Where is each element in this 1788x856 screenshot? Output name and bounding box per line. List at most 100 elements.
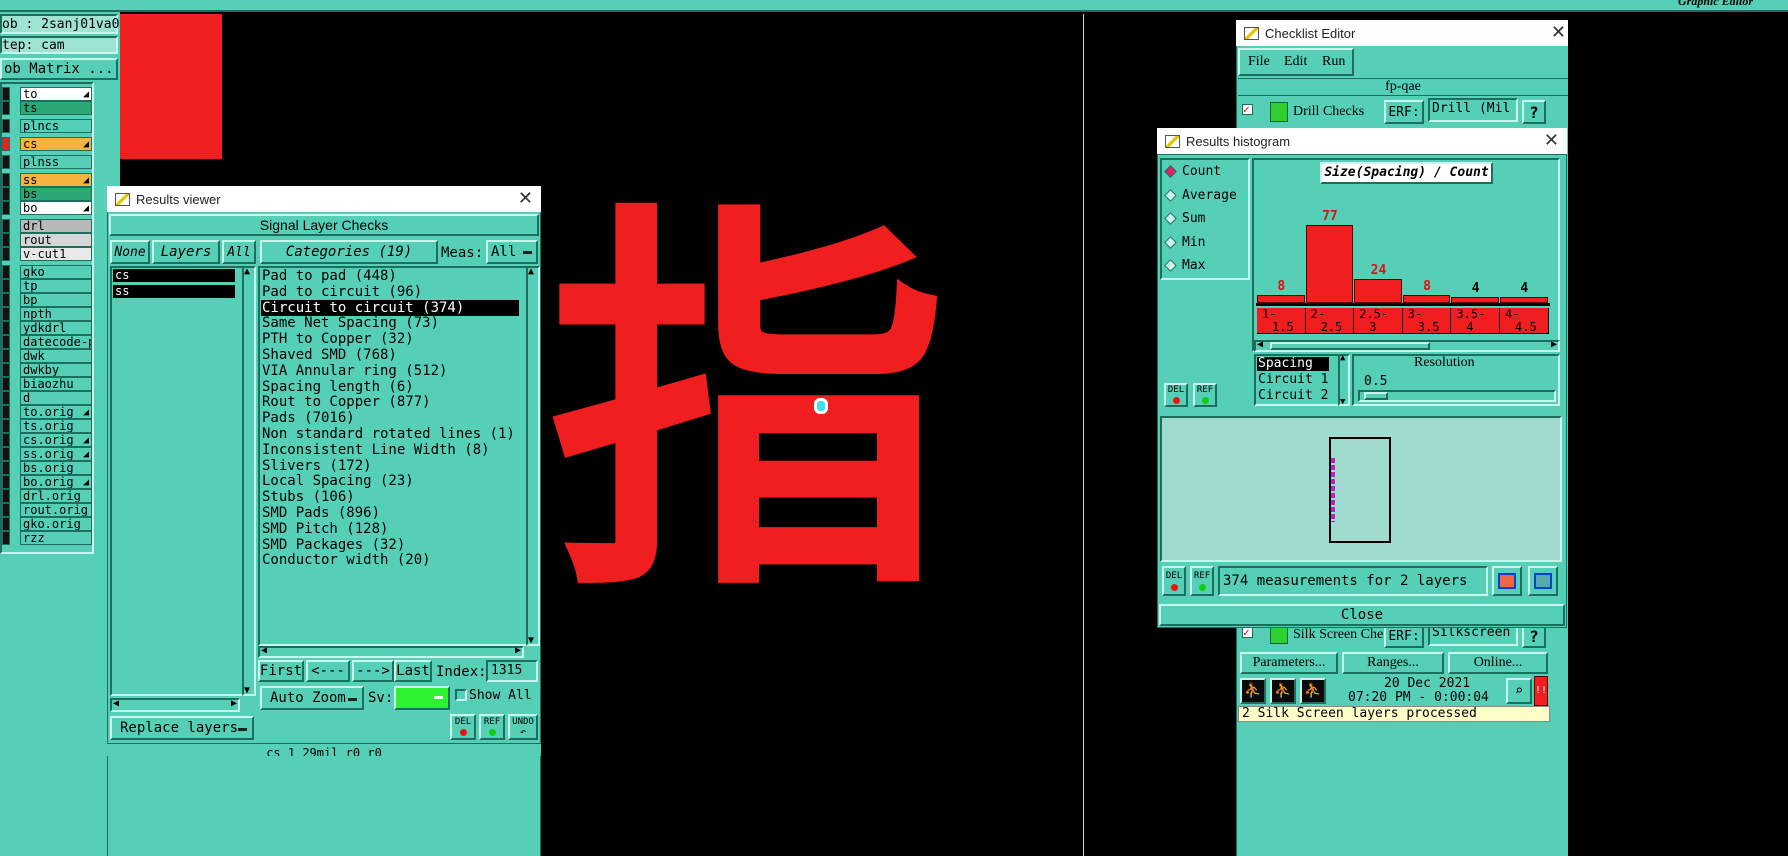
meas-dropdown[interactable]: All (486, 240, 538, 264)
layer-affected-toggle[interactable] (2, 265, 10, 279)
layer-item[interactable]: rout (20, 233, 92, 247)
scroll-down-icon[interactable]: ▼ (528, 635, 534, 646)
show-all-checkbox[interactable] (455, 689, 467, 701)
category-item[interactable]: SMD Pads (896) (262, 505, 380, 521)
category-item[interactable]: Local Spacing (23) (262, 473, 414, 489)
layer-affected-toggle[interactable] (2, 475, 10, 489)
scroll-right-icon[interactable]: ▶ (231, 698, 237, 709)
layer-item[interactable]: d (20, 391, 92, 405)
mode-label[interactable]: Sum (1182, 211, 1205, 226)
scroll-left-icon[interactable]: ◀ (261, 645, 267, 656)
layer-item[interactable]: to ◢ (20, 87, 92, 101)
layer-item[interactable]: plnss (20, 155, 92, 169)
histogram-bar[interactable] (1451, 297, 1499, 303)
category-item[interactable]: Stubs (106) (262, 489, 355, 505)
layer-affected-toggle[interactable] (2, 461, 10, 475)
mode-label[interactable]: Max (1182, 258, 1205, 273)
parameters-button[interactable]: Parameters... (1240, 652, 1338, 674)
drill-check-enable-icon[interactable]: ✓ (1242, 104, 1253, 115)
layer-affected-toggle[interactable] (2, 219, 10, 233)
histogram-del-button[interactable]: DEL (1162, 566, 1186, 596)
menu-file[interactable]: File (1248, 54, 1270, 70)
category-item[interactable]: Non standard rotated lines (1) (262, 426, 515, 442)
layer-item[interactable]: ss ◢ (20, 173, 92, 187)
histogram-bar[interactable] (1402, 294, 1451, 303)
layer-affected-toggle[interactable] (2, 233, 10, 247)
all-layers-button[interactable]: All (222, 240, 256, 264)
layer-affected-toggle[interactable] (2, 247, 10, 261)
replace-layers-dropdown[interactable]: Replace layers (110, 716, 254, 740)
layer-item[interactable]: plncs (20, 119, 92, 133)
auto-zoom-dropdown[interactable]: Auto Zoom (260, 686, 364, 710)
layer-item[interactable]: dwk (20, 349, 92, 363)
layer-item[interactable]: ss.orig ◢ (20, 447, 92, 461)
layer-affected-toggle[interactable] (2, 517, 10, 531)
layer-affected-toggle[interactable] (2, 279, 10, 293)
job-matrix-button[interactable]: ob Matrix ... (0, 58, 118, 80)
categories-horizontal-scrollbar[interactable]: ◀ ▶ (258, 645, 524, 658)
layer-item[interactable]: tp (20, 279, 92, 293)
scroll-left-icon[interactable]: ◀ (113, 698, 119, 709)
run-all-icon[interactable]: ⛹ (1240, 678, 1266, 704)
ranges-button[interactable]: Ranges... (1342, 652, 1444, 674)
drill-checks-label[interactable]: Drill Checks (1293, 104, 1364, 120)
histogram-ref-button[interactable]: REF (1190, 566, 1214, 596)
category-item[interactable]: Inconsistent Line Width (8) (262, 442, 490, 458)
category-item[interactable]: Pad to circuit (96) (262, 284, 422, 300)
layers-list-item[interactable]: ss (113, 285, 235, 298)
layer-item[interactable]: bo.orig ◢ (20, 475, 92, 489)
mode-label[interactable]: Min (1182, 235, 1205, 250)
layer-affected-toggle[interactable] (2, 155, 10, 169)
layers-vertical-scrollbar[interactable]: ▲ ▼ (242, 266, 256, 696)
category-item[interactable]: Conductor width (20) (262, 552, 431, 568)
scroll-up-icon[interactable]: ▲ (1340, 353, 1345, 363)
category-item[interactable]: Spacing length (6) (262, 379, 414, 395)
layer-affected-toggle[interactable] (2, 101, 10, 115)
scroll-down-icon[interactable]: ▼ (244, 685, 250, 696)
histogram-view-icon[interactable] (1492, 566, 1522, 596)
zoom-icon[interactable]: ⌕ (1506, 678, 1532, 704)
layer-item[interactable]: npth (20, 307, 92, 321)
categories-vertical-scrollbar[interactable]: ▲ ▼ (526, 266, 540, 646)
layer-item[interactable]: bo ◢ (20, 201, 92, 215)
layer-affected-toggle[interactable] (2, 349, 10, 363)
category-item[interactable]: VIA Annular ring (512) (262, 363, 447, 379)
attribute-scrollbar[interactable]: ▲ ▼ (1338, 353, 1350, 407)
category-item[interactable]: Pad to pad (448) (262, 268, 397, 284)
run-selected-icon[interactable]: ⛹ (1270, 678, 1296, 704)
mode-label[interactable]: Count (1182, 164, 1221, 179)
layer-item[interactable]: rout.orig (20, 503, 92, 517)
scroll-left-icon[interactable]: ◀ (1257, 339, 1263, 350)
del-button[interactable]: DEL (450, 714, 476, 740)
results-histogram-titlebar[interactable]: Results histogram ✕ (1157, 128, 1567, 154)
previous-button[interactable]: <--- (306, 660, 350, 682)
checklist-editor-titlebar[interactable]: Checklist Editor ✕ (1236, 20, 1568, 46)
alert-icon[interactable]: !! (1534, 676, 1548, 706)
last-button[interactable]: Last (394, 660, 432, 682)
resolution-slider[interactable] (1358, 390, 1556, 402)
layer-affected-toggle[interactable] (2, 187, 10, 201)
layers-list[interactable] (110, 266, 256, 696)
layer-item[interactable]: cs ◢ (20, 137, 92, 151)
results-viewer-titlebar[interactable]: Results viewer ✕ (107, 186, 541, 212)
categories-button[interactable]: Categories (19) (260, 240, 438, 264)
category-item[interactable]: Circuit to circuit (374) (262, 300, 464, 316)
layer-affected-toggle[interactable] (2, 419, 10, 433)
layer-affected-toggle[interactable] (2, 447, 10, 461)
layer-affected-toggle[interactable] (2, 433, 10, 447)
silk-check-enable-icon[interactable]: ✓ (1242, 627, 1253, 638)
first-button[interactable]: First (258, 660, 304, 682)
histogram-export-icon[interactable] (1528, 566, 1558, 596)
layer-affected-toggle[interactable] (2, 377, 10, 391)
category-item[interactable]: Shaved SMD (768) (262, 347, 397, 363)
next-button[interactable]: ---> (352, 660, 394, 682)
layer-affected-toggle[interactable] (2, 201, 10, 215)
sv-color-selector[interactable] (394, 686, 450, 710)
index-input[interactable]: 1315 (486, 660, 538, 682)
histogram-bar[interactable] (1257, 294, 1305, 303)
scroll-thumb[interactable] (1270, 342, 1430, 350)
layer-affected-toggle[interactable] (2, 293, 10, 307)
layer-item[interactable]: bp (20, 293, 92, 307)
category-item[interactable]: Pads (7016) (262, 410, 355, 426)
layers-horizontal-scrollbar[interactable]: ◀ ▶ (110, 698, 240, 712)
